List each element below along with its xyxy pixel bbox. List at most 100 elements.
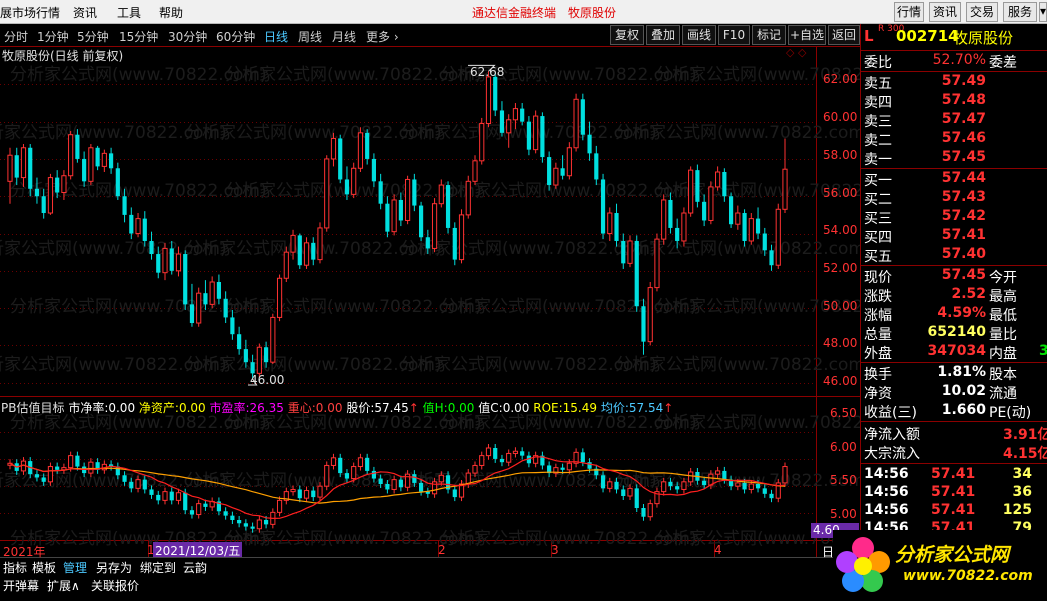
- indicator-body: [237, 520, 242, 524]
- candle-body: [614, 213, 619, 241]
- order-ratio-row: 委比 52.70% 委差: [861, 52, 1047, 71]
- fund-right-label: 股本: [989, 367, 1017, 383]
- indicator-body: [398, 479, 403, 488]
- indicator-body: [418, 482, 424, 492]
- indicator-name[interactable]: PB估值目标: [1, 401, 64, 415]
- ask-row[interactable]: 卖三 57.47: [861, 111, 1047, 130]
- indicator-body: [668, 481, 673, 487]
- y-tick: 5.50: [830, 473, 857, 487]
- watermark-text: 分析家公式网(www.70822.com): [615, 239, 860, 259]
- candle-body: [324, 158, 330, 229]
- indicator-item-value: 0.00: [447, 401, 475, 415]
- indicator-item-value: 0.00: [108, 401, 136, 415]
- fund-row: 换手 1.81% 股本: [861, 364, 1047, 383]
- chevron-down-icon[interactable]: ▾: [1039, 2, 1047, 22]
- candle-body: [256, 346, 262, 374]
- tick-volume: 34: [1012, 466, 1032, 482]
- indicator-body: [169, 491, 174, 501]
- ask-row[interactable]: 卖四 57.48: [861, 92, 1047, 111]
- logo-url: www.70822.com: [903, 568, 1033, 584]
- index-badge: R 300: [878, 24, 905, 34]
- indicator-body: [634, 488, 639, 508]
- bid-row[interactable]: 买二 57.43: [861, 189, 1047, 208]
- stat-label: 现价: [864, 270, 892, 286]
- candle-body: [365, 132, 370, 159]
- indicator-body: [276, 499, 283, 513]
- y-tick: 50.00: [823, 299, 858, 313]
- candle-body: [479, 123, 485, 162]
- flow-label: 净流入额: [864, 427, 920, 443]
- candle-body: [14, 155, 19, 178]
- fund-row: 净资 10.02 流通: [861, 383, 1047, 402]
- indicator-body: [661, 481, 667, 493]
- candle-body: [445, 185, 451, 228]
- indicator-body: [702, 480, 707, 486]
- tab-bind-to[interactable]: 绑定到: [140, 559, 176, 576]
- candle-body: [183, 254, 188, 305]
- tab-manage[interactable]: 管理: [63, 559, 87, 576]
- ask-label: 卖一: [864, 152, 892, 168]
- candle-body: [485, 76, 492, 125]
- indicator-body: [385, 484, 390, 490]
- stock-name: 牧原股份: [953, 29, 1014, 47]
- candle-body: [748, 218, 754, 242]
- news-button[interactable]: 资讯: [929, 2, 961, 22]
- bid-row[interactable]: 买四 57.41: [861, 227, 1047, 246]
- tick-time: 14:56: [864, 484, 909, 500]
- tab-template[interactable]: 模板: [32, 559, 56, 576]
- candle-body: [681, 212, 687, 242]
- quote-button[interactable]: 行情: [894, 2, 924, 22]
- stat-right-label: 最低: [989, 308, 1017, 324]
- candle-body: [600, 179, 606, 234]
- stat-right-label: 今开: [989, 270, 1017, 286]
- stat-row: 外盘 347034内盘 3: [861, 343, 1047, 362]
- candle-body: [135, 218, 141, 235]
- indicator-body: [129, 481, 134, 489]
- stat-row: 总量 652140 量比: [861, 324, 1047, 343]
- indicator-body: [250, 526, 255, 529]
- y-tick: 52.00: [823, 261, 858, 275]
- candle-body: [735, 212, 741, 225]
- tick-price: 57.41: [931, 484, 976, 500]
- ask-label: 卖五: [864, 76, 892, 92]
- candle-body: [587, 134, 592, 154]
- indicator-body: [769, 493, 774, 499]
- ask-row[interactable]: 卖一 57.45: [861, 149, 1047, 168]
- candle-body: [7, 154, 13, 182]
- ratio-value: 52.70%: [932, 52, 986, 68]
- bid-row[interactable]: 买五 57.40: [861, 246, 1047, 265]
- tick-price: 57.41: [931, 466, 976, 482]
- indicator-body: [485, 447, 492, 457]
- candle-body: [438, 184, 444, 205]
- danmaku-button[interactable]: 开弹幕: [3, 577, 39, 594]
- tick-price: 57.41: [931, 502, 976, 518]
- candle-body: [634, 240, 639, 307]
- linked-quote-button[interactable]: 关联报价: [91, 577, 139, 594]
- bid-label: 买四: [864, 230, 892, 246]
- chart-canvas[interactable]: 分析家公式网(www.70822.com) 分析家公式网(www.70822.co…: [0, 0, 860, 601]
- diamond-icon[interactable]: ◇ ◇: [786, 46, 806, 59]
- tab-save-as[interactable]: 另存为: [96, 559, 132, 576]
- ask-row[interactable]: 卖五 57.49: [861, 73, 1047, 92]
- expand-button[interactable]: 扩展∧: [47, 577, 80, 594]
- candle-body: [189, 304, 195, 324]
- candle-body: [270, 316, 276, 363]
- candle-body: [580, 99, 585, 135]
- tick-row: 14:56 57.41 36: [861, 484, 1047, 503]
- tab-indicator[interactable]: 指标: [3, 559, 27, 576]
- bid-row[interactable]: 买一 57.44: [861, 170, 1047, 189]
- ask-label: 卖三: [864, 114, 892, 130]
- service-button[interactable]: 服务: [1003, 2, 1037, 22]
- indicator-body: [365, 457, 370, 471]
- tab-cloud[interactable]: 云韵: [183, 559, 207, 576]
- ask-row[interactable]: 卖二 57.46: [861, 130, 1047, 149]
- fund-row: 收益(三) 1.660 PE(动): [861, 402, 1047, 421]
- candle-body: [398, 199, 403, 221]
- bid-row[interactable]: 买三 57.42: [861, 208, 1047, 227]
- trade-button[interactable]: 交易: [966, 2, 998, 22]
- y-tick: 58.00: [823, 148, 858, 162]
- candle-body: [303, 242, 310, 266]
- candle-body: [431, 203, 438, 249]
- indicator-body: [560, 467, 565, 470]
- stat-value: 2.52: [951, 286, 986, 302]
